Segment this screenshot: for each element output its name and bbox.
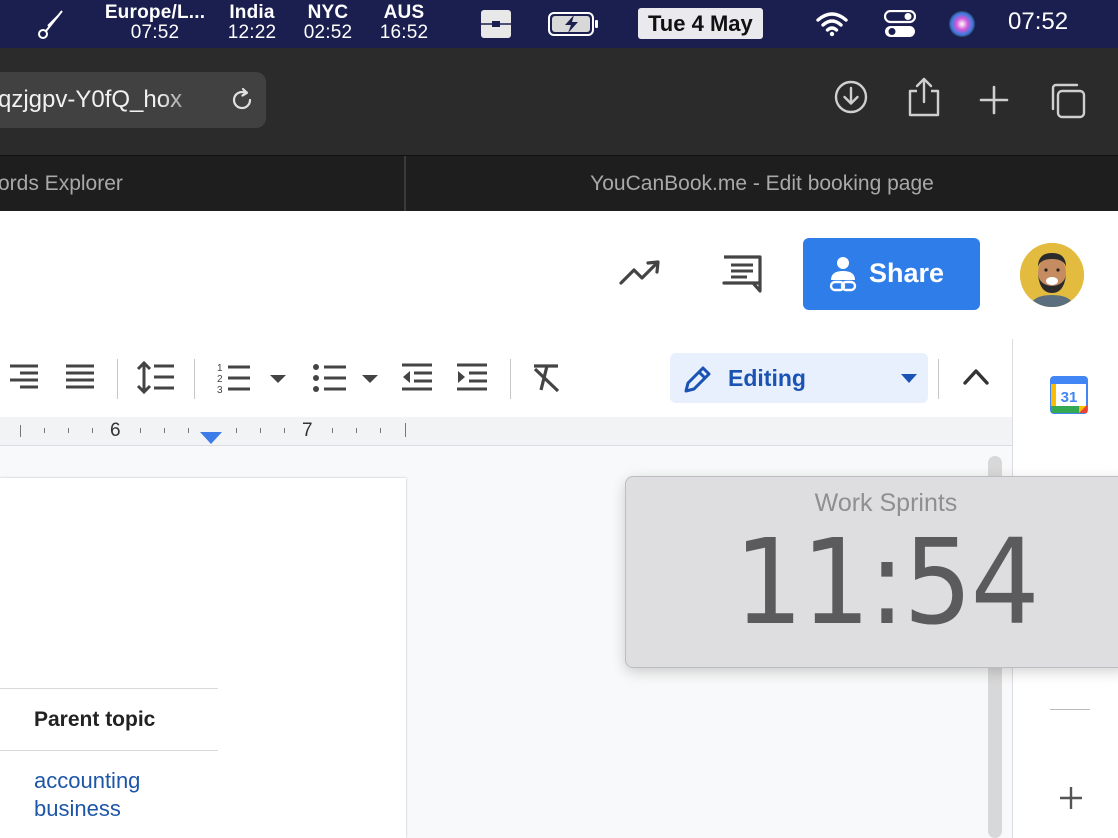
svg-text:1: 1 <box>217 363 223 374</box>
ruler-number: 7 <box>302 420 313 441</box>
topic-link-business[interactable]: business <box>34 796 121 822</box>
toolbar-separator <box>194 359 195 399</box>
reload-icon[interactable] <box>228 86 256 114</box>
ruler-tick <box>236 428 237 433</box>
ruler[interactable]: 6 7 <box>0 417 1012 446</box>
topic-link-accounting[interactable]: accounting <box>34 768 140 794</box>
calendar-day: 31 <box>1061 389 1078 406</box>
clear-formatting-icon[interactable] <box>530 361 564 395</box>
table-border <box>0 688 218 689</box>
ruler-tick <box>260 428 261 433</box>
clock-city-label: Europe/L... <box>104 2 206 23</box>
menubar-clock[interactable]: 07:52 <box>1008 8 1068 36</box>
toolbox-icon[interactable] <box>480 9 512 39</box>
share-button-label: Share <box>869 258 945 288</box>
tab-overview-icon[interactable] <box>1049 82 1087 120</box>
browser-toolbar: qzjgpv-Y0fQ_hox <box>0 48 1118 155</box>
battery-charging-icon[interactable] <box>548 12 600 36</box>
new-tab-icon[interactable] <box>978 84 1010 116</box>
activity-trend-icon[interactable] <box>618 259 662 287</box>
svg-text:2: 2 <box>217 374 223 385</box>
google-calendar-icon[interactable]: 31 <box>1050 376 1088 414</box>
svg-text:3: 3 <box>217 385 223 395</box>
chevron-up-icon[interactable] <box>962 367 990 387</box>
tab-youcanbook[interactable]: YouCanBook.me - Edit booking page <box>406 156 1118 212</box>
add-addon-icon[interactable] <box>1058 785 1084 811</box>
chevron-down-icon[interactable] <box>268 373 288 385</box>
address-bar[interactable]: qzjgpv-Y0fQ_hox <box>0 72 266 128</box>
control-center-icon[interactable] <box>884 10 916 38</box>
world-clock-aus[interactable]: AUS 16:52 <box>374 3 434 43</box>
numbered-list-icon[interactable]: 1 2 3 <box>216 361 252 395</box>
side-panel-divider <box>1050 709 1090 710</box>
decrease-indent-icon[interactable] <box>400 361 434 395</box>
ruler-tick <box>284 428 285 433</box>
toolbar-separator <box>117 359 118 399</box>
tab-label: ords Explorer <box>0 172 123 195</box>
timer-countdown: 11:54 <box>734 513 1039 651</box>
clock-time-label: 07:52 <box>130 22 180 43</box>
chevron-down-icon <box>901 374 917 383</box>
align-right-icon[interactable] <box>8 361 42 395</box>
date-display[interactable]: Tue 4 May <box>638 8 763 39</box>
ruler-tick <box>92 428 93 433</box>
user-avatar-image <box>1020 243 1084 307</box>
ruler-tick <box>380 428 381 433</box>
document-page[interactable]: Parent topic accounting business <box>0 478 406 838</box>
ruler-tick <box>68 428 69 433</box>
justify-icon[interactable] <box>64 361 98 395</box>
docs-header: Share <box>0 211 1118 340</box>
share-button[interactable]: Share <box>803 238 980 310</box>
tab-bar: ords Explorer YouCanBook.me - Edit booki… <box>0 155 1118 212</box>
line-spacing-icon[interactable] <box>136 361 176 395</box>
bulleted-list-icon[interactable] <box>312 361 348 395</box>
increase-indent-icon[interactable] <box>455 361 489 395</box>
ruler-tick <box>20 425 21 437</box>
pencil-icon <box>684 366 711 393</box>
ruler-tick <box>188 428 189 433</box>
right-indent-marker-icon[interactable] <box>199 431 223 445</box>
toolbar-separator <box>938 359 939 399</box>
ruler-tick <box>356 428 357 433</box>
comment-icon[interactable] <box>721 254 763 294</box>
menu-bar: Europe/L... 07:52 India 12:22 NYC 02:52 … <box>0 0 1118 48</box>
share-person-link-icon <box>829 257 857 292</box>
scissors-icon[interactable] <box>36 8 66 40</box>
table-border <box>0 750 218 751</box>
clock-city-label: AUS <box>383 2 425 23</box>
editing-mode-label: Editing <box>728 365 806 391</box>
chevron-down-icon[interactable] <box>360 373 380 385</box>
world-clock-nyc[interactable]: NYC 02:52 <box>298 3 358 43</box>
siri-icon[interactable] <box>947 9 977 39</box>
ruler-number: 6 <box>110 420 121 441</box>
toolbar-separator <box>510 359 511 399</box>
ruler-tick <box>405 423 406 437</box>
clock-time-label: 02:52 <box>303 22 353 43</box>
tab-label: YouCanBook.me - Edit booking page <box>590 172 934 195</box>
share-browser-icon[interactable] <box>905 76 943 118</box>
world-clock-india[interactable]: India 12:22 <box>222 3 282 43</box>
world-clock-europe[interactable]: Europe/L... 07:52 <box>100 3 210 43</box>
ruler-tick <box>332 428 333 433</box>
ruler-tick <box>140 428 141 433</box>
clock-city-label: India <box>229 2 275 23</box>
ruler-tick <box>44 428 45 433</box>
tab-keywords-explorer[interactable]: ords Explorer <box>0 156 398 212</box>
work-sprints-timer-widget[interactable]: Work Sprints 11:54 <box>625 476 1118 668</box>
ruler-tick <box>164 428 165 433</box>
editing-mode-dropdown[interactable]: Editing <box>670 353 928 403</box>
clock-time-label: 16:52 <box>379 22 429 43</box>
download-icon[interactable] <box>832 78 870 116</box>
clock-city-label: NYC <box>307 2 349 23</box>
wifi-icon[interactable] <box>815 11 849 37</box>
table-column-header: Parent topic <box>34 708 156 731</box>
avatar[interactable] <box>1020 243 1084 307</box>
url-fade <box>160 82 210 118</box>
clock-time-label: 12:22 <box>227 22 277 43</box>
formatting-toolbar: 1 2 3 Editing <box>0 339 1012 417</box>
